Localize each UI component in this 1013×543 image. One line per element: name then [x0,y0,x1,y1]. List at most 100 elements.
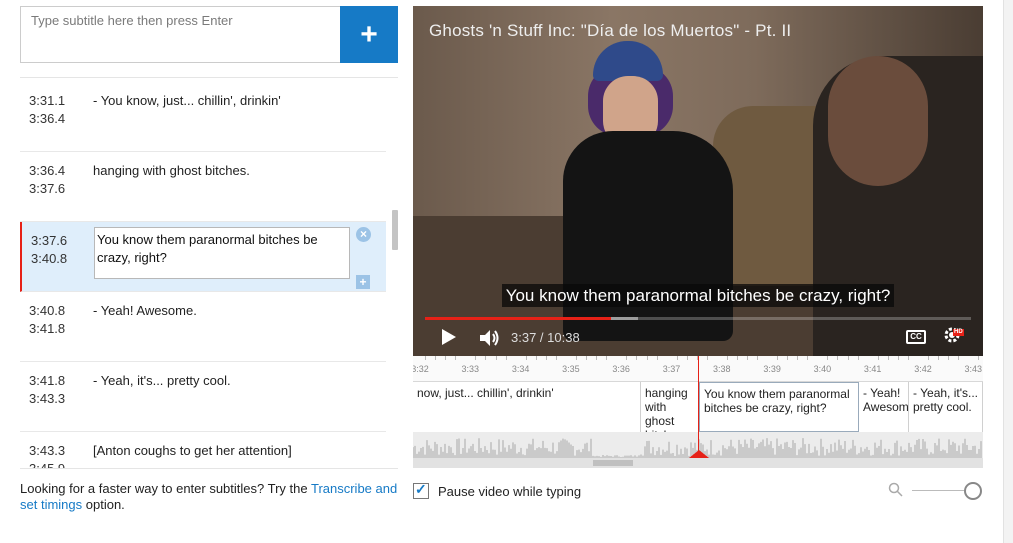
timeline-tick [747,356,749,360]
timeline-tick [656,356,658,360]
timeline-tick [706,356,708,360]
cue-times[interactable]: 3:36.4 3:37.6 [29,162,84,198]
subtitle-input[interactable] [21,7,340,62]
timeline-tick [908,356,909,360]
subtitle-editor: + 3:31.1 3:36.4 - You know, just... chil… [0,0,1013,543]
timeline-cue[interactable]: now, just... chillin', drinkin' [413,382,641,432]
timeline-tick-label: 3:32 [413,364,429,374]
cue-times[interactable]: 3:43.3 3:45.9 [29,442,84,468]
progress-played [425,317,612,320]
timeline-tick [686,356,688,360]
cue-times[interactable]: 3:40.8 3:41.8 [29,302,84,338]
volume-icon[interactable] [479,328,501,353]
timeline-cue-selected[interactable]: You know them paranormal bitches be craz… [699,382,859,432]
timeline-tick [555,356,557,360]
hd-badge: HD [953,329,964,336]
timeline[interactable]: 3:32 3:33 3:34 3:35 3:36 3:37 3:38 3:39 3:40 3:41… [413,356,983,468]
timeline-tick [847,356,849,360]
timeline-cue[interactable]: - Yeah, it's... pretty cool. [909,382,983,432]
cue-row[interactable]: 3:36.4 3:37.6 hanging with ghost bitches… [20,152,386,222]
cue-row[interactable]: 3:31.1 3:36.4 - You know, just... chilli… [20,82,386,152]
subtitle-input-box [20,6,340,63]
playhead[interactable] [698,356,699,458]
timeline-tick [948,356,950,360]
timeline-cue[interactable]: hanging with ghost bitches. [641,382,699,432]
cue-text[interactable]: - Yeah, it's... pretty cool. [93,372,373,390]
timeline-tick [535,356,537,360]
timeline-tick [797,356,799,360]
timeline-tick [898,356,899,360]
timeline-tick [455,356,457,360]
timeline-tick [787,356,789,360]
page-scrollbar[interactable] [1003,0,1013,543]
timeline-tick [827,356,829,360]
timeline-tick [777,356,779,360]
cue-text[interactable]: [Anton coughs to get her attention] [93,442,373,460]
zoom-slider-handle[interactable] [964,482,982,500]
timeline-tick-label: 3:42 [914,364,932,374]
cue-end[interactable]: 3:40.8 [31,250,86,268]
timeline-tick [596,356,598,360]
cue-times[interactable]: 3:37.6 3:40.8 [31,232,86,268]
playhead-marker[interactable] [689,450,709,458]
timeline-tick [525,356,527,360]
cue-text[interactable]: - Yeah! Awesome. [93,302,373,320]
cue-start[interactable]: 3:31.1 [29,92,84,110]
zoom-control [888,482,988,502]
cue-row[interactable]: 3:41.8 3:43.3 - Yeah, it's... pretty coo… [20,362,386,432]
zoom-icon [888,482,904,503]
timeline-tick-label: 3:37 [662,364,681,374]
timeline-tick [445,356,447,360]
pause-option[interactable]: ✓ Pause video while typing [413,481,581,499]
video-title[interactable]: Ghosts 'n Stuff Inc: "Día de los Muertos… [429,21,791,41]
add-subtitle-button[interactable]: + [340,6,398,63]
play-icon[interactable] [441,328,457,351]
cue-times[interactable]: 3:41.8 3:43.3 [29,372,84,408]
cue-row[interactable]: 3:40.8 3:41.8 - Yeah! Awesome. [20,292,386,362]
cue-end[interactable]: 3:36.4 [29,110,84,128]
cue-text-editor[interactable]: You know them paranormal bitches be craz… [94,227,350,279]
progress-bar[interactable] [425,317,971,320]
cue-text[interactable]: - You know, just... chillin', drinkin' [93,92,373,110]
timeline-tick [857,356,859,360]
cue-row-active[interactable]: 3:37.6 3:40.8 You know them paranormal b… [20,222,386,292]
cue-start[interactable]: 3:37.6 [31,232,86,250]
cue-end[interactable]: 3:37.6 [29,180,84,198]
timeline-tick-label: 3:41 [863,364,882,374]
captions-icon[interactable]: CC [906,330,926,344]
timeline-tick-label: 3:34 [511,364,530,374]
pause-checkbox[interactable]: ✓ [413,481,429,499]
cue-start[interactable]: 3:40.8 [29,302,84,320]
timeline-tick [636,356,638,360]
timeline-tick [495,356,497,360]
timeline-tick [606,356,608,360]
timeline-tick [938,356,939,360]
pause-label[interactable]: Pause video while typing [438,484,581,499]
cue-times[interactable]: 3:31.1 3:36.4 [29,92,84,128]
cue-row[interactable]: 3:43.3 3:45.9 [Anton coughs to get her a… [20,432,386,468]
cue-text[interactable]: hanging with ghost bitches. [93,162,373,180]
video-player[interactable]: Ghosts 'n Stuff Inc: "Día de los Muertos… [413,6,983,356]
cue-end[interactable]: 3:45.9 [29,460,84,468]
divider [20,468,398,469]
video-time: 3:37 / 10:38 [511,330,580,345]
timeline-scrollbar[interactable] [413,458,983,468]
cue-start[interactable]: 3:36.4 [29,162,84,180]
cue-start[interactable]: 3:41.8 [29,372,84,390]
divider [20,77,398,78]
timeline-tick [978,356,980,360]
insert-cue-icon[interactable]: + [356,275,370,289]
timeline-tick-label: 3:36 [612,364,630,374]
hint-suffix: option. [82,497,125,512]
timeline-tick [837,356,839,360]
cue-list-scrollbar[interactable] [392,210,398,250]
cue-start[interactable]: 3:43.3 [29,442,84,460]
remove-cue-icon[interactable]: × [356,227,371,242]
timeline-tick [475,356,477,360]
timeline-tick [626,356,628,360]
cue-end[interactable]: 3:43.3 [29,390,84,408]
timeline-scroll-thumb[interactable] [593,460,633,466]
timeline-cue[interactable]: - Yeah! Awesome. [859,382,909,432]
timeline-tick-label: 3:40 [813,364,832,374]
cue-end[interactable]: 3:41.8 [29,320,84,338]
